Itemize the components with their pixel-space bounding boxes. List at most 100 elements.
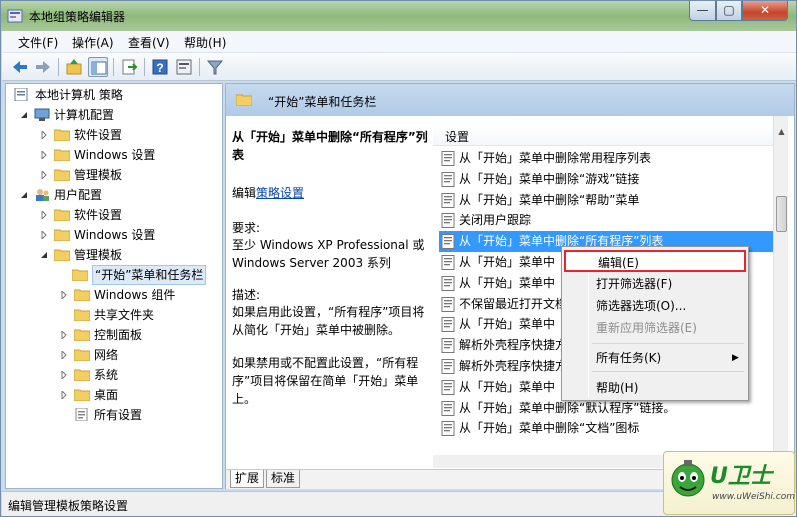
- menu-help[interactable]: 帮助(H): [184, 34, 226, 51]
- setting-row[interactable]: 从「开始」菜单中删除“帮助”菜单: [439, 190, 779, 211]
- policy-setting-icon: [441, 338, 455, 354]
- menu-item-filter-options[interactable]: 筛选器选项(O)...: [564, 295, 746, 317]
- setting-name: 从「开始」菜单中: [459, 275, 556, 290]
- expand-arrow-icon[interactable]: [40, 171, 48, 179]
- export-icon[interactable]: [119, 57, 139, 77]
- submenu-arrow-icon: ▶: [732, 353, 739, 363]
- policy-setting-icon: [441, 151, 455, 166]
- policy-setting-icon: [441, 400, 455, 416]
- folder-icon: [236, 94, 252, 106]
- expand-arrow-icon[interactable]: [40, 231, 48, 239]
- group-policy-editor-window: 本地组策略编辑器 — ▢ ✕ 文件(F) 操作(A) 查看(V) 帮助(H) ?…: [0, 0, 797, 517]
- setting-name: 关闭用户跟踪: [459, 213, 532, 228]
- folder-icon: [54, 209, 70, 221]
- policy-doc-icon: [14, 88, 28, 101]
- expand-arrow-icon[interactable]: [40, 151, 48, 159]
- policy-setting-icon: [441, 421, 455, 437]
- folder-icon: [74, 329, 90, 341]
- description-text: 如果启用此设置，“所有程序”项目将从简化「开始」菜单中被删除。: [232, 305, 425, 337]
- expand-arrow-icon[interactable]: [60, 351, 68, 359]
- policy-setting-icon: [441, 379, 455, 395]
- policy-setting-icon: [441, 192, 455, 208]
- properties-icon[interactable]: [174, 57, 194, 77]
- policy-app-icon: [7, 9, 23, 23]
- policy-setting-icon: [441, 317, 455, 333]
- folder-icon: [54, 149, 70, 161]
- policy-setting-icon: [441, 234, 455, 250]
- brand-name: U卫士: [710, 464, 772, 489]
- scroll-thumb[interactable]: [776, 196, 787, 232]
- edit-policy-link[interactable]: 策略设置: [256, 186, 304, 200]
- computer-icon: [34, 108, 50, 121]
- folder-icon: [74, 389, 90, 401]
- folder-icon: [74, 289, 90, 301]
- description-text-2: 如果禁用或不配置此设置，“所有程序”项目将保留在简单「开始」菜单上。: [232, 356, 419, 406]
- forward-arrow-icon[interactable]: [33, 57, 53, 77]
- column-header-setting[interactable]: 设置: [433, 124, 779, 146]
- setting-name: 从「开始」菜单中删除“帮助”菜单: [459, 192, 640, 207]
- setting-name: 从「开始」菜单中: [459, 255, 556, 269]
- setting-name: 从「开始」菜单中删除常用程序列表: [459, 151, 652, 165]
- brand-url: www.uWeiShi.com: [712, 492, 796, 502]
- section-header: “开始”菜单和任务栏: [226, 84, 794, 116]
- folder-icon: [74, 369, 90, 381]
- menu-bar: 文件(F) 操作(A) 查看(V) 帮助(H): [2, 31, 796, 53]
- setting-row[interactable]: 从「开始」菜单中删除“游戏”链接: [439, 169, 779, 190]
- menu-view[interactable]: 查看(V): [128, 34, 170, 51]
- collapse-arrow-icon[interactable]: [40, 251, 48, 259]
- back-arrow-icon[interactable]: [10, 57, 30, 77]
- svg-text:?: ?: [156, 61, 163, 75]
- menu-item-open-filter[interactable]: 打开筛选器(F): [564, 273, 746, 295]
- collapse-arrow-icon[interactable]: [20, 111, 28, 119]
- tab-extended[interactable]: 扩展: [230, 470, 265, 488]
- menu-item-all-tasks[interactable]: 所有任务(K) ▶: [564, 347, 746, 369]
- show-tree-icon[interactable]: [88, 57, 108, 77]
- menu-item-reapply-filter[interactable]: 重新应用筛选器(E): [564, 317, 746, 339]
- status-text: 编辑管理模板策略设置: [8, 499, 129, 513]
- close-button[interactable]: ✕: [742, 1, 788, 21]
- setting-row[interactable]: 关闭用户跟踪: [439, 210, 779, 231]
- minimize-button[interactable]: —: [689, 1, 716, 21]
- folder-icon: [74, 309, 90, 321]
- settings-list-icon: [75, 408, 88, 421]
- vertical-scrollbar[interactable]: ▲ ▼: [773, 116, 788, 468]
- tab-standard[interactable]: 标准: [266, 470, 301, 488]
- help-icon[interactable]: ?: [150, 57, 170, 77]
- filter-icon[interactable]: [205, 57, 225, 77]
- setting-row[interactable]: 从「开始」菜单中删除常用程序列表: [439, 148, 779, 169]
- expand-arrow-icon[interactable]: [60, 291, 68, 299]
- users-icon: [36, 189, 49, 201]
- scroll-up-arrow-icon[interactable]: ▲: [774, 124, 789, 139]
- title-bar[interactable]: 本地组策略编辑器 — ▢ ✕: [1, 1, 796, 31]
- up-folder-icon[interactable]: [64, 57, 84, 77]
- requirements-text: 至少 Windows XP Professional 或 Windows Ser…: [232, 238, 425, 270]
- folder-open-icon: [72, 269, 88, 281]
- window-title: 本地组策略编辑器: [29, 10, 126, 24]
- collapse-arrow-icon[interactable]: [20, 191, 28, 199]
- expand-arrow-icon[interactable]: [60, 391, 68, 399]
- menu-action[interactable]: 操作(A): [72, 34, 114, 51]
- setting-name: 解析外壳程序快捷方: [459, 359, 568, 373]
- setting-row[interactable]: 从「开始」菜单中删除“文档”图标: [439, 418, 779, 439]
- folder-icon: [74, 349, 90, 361]
- menu-item-help[interactable]: 帮助(H): [564, 377, 746, 399]
- expand-arrow-icon[interactable]: [60, 331, 68, 339]
- section-title: “开始”菜单和任务栏: [268, 95, 377, 109]
- expand-arrow-icon[interactable]: [40, 131, 48, 139]
- expand-arrow-icon[interactable]: [60, 371, 68, 379]
- menu-item-edit[interactable]: 编辑(E): [564, 250, 746, 272]
- policy-setting-icon: [441, 296, 455, 312]
- setting-name: 从「开始」菜单中删除“文档”图标: [459, 421, 640, 436]
- expand-arrow-icon[interactable]: [40, 211, 48, 219]
- maximize-button[interactable]: ▢: [716, 1, 742, 21]
- setting-name: 从「开始」菜单中: [459, 317, 556, 332]
- uweishi-mascot-icon: [671, 460, 705, 497]
- folder-icon: [54, 129, 70, 141]
- setting-name: 解析外壳程序快捷方: [459, 338, 568, 353]
- setting-name: 从「开始」菜单中删除“游戏”链接: [459, 171, 640, 186]
- menu-file[interactable]: 文件(F): [18, 34, 58, 51]
- setting-name: 不保留最近打开文档: [459, 296, 568, 311]
- folder-icon: [54, 249, 70, 261]
- uweishi-watermark-logo: U卫士 www.uWeiShi.com: [663, 451, 795, 515]
- policy-title: 从「开始」菜单中删除“所有程序”列表: [232, 130, 428, 162]
